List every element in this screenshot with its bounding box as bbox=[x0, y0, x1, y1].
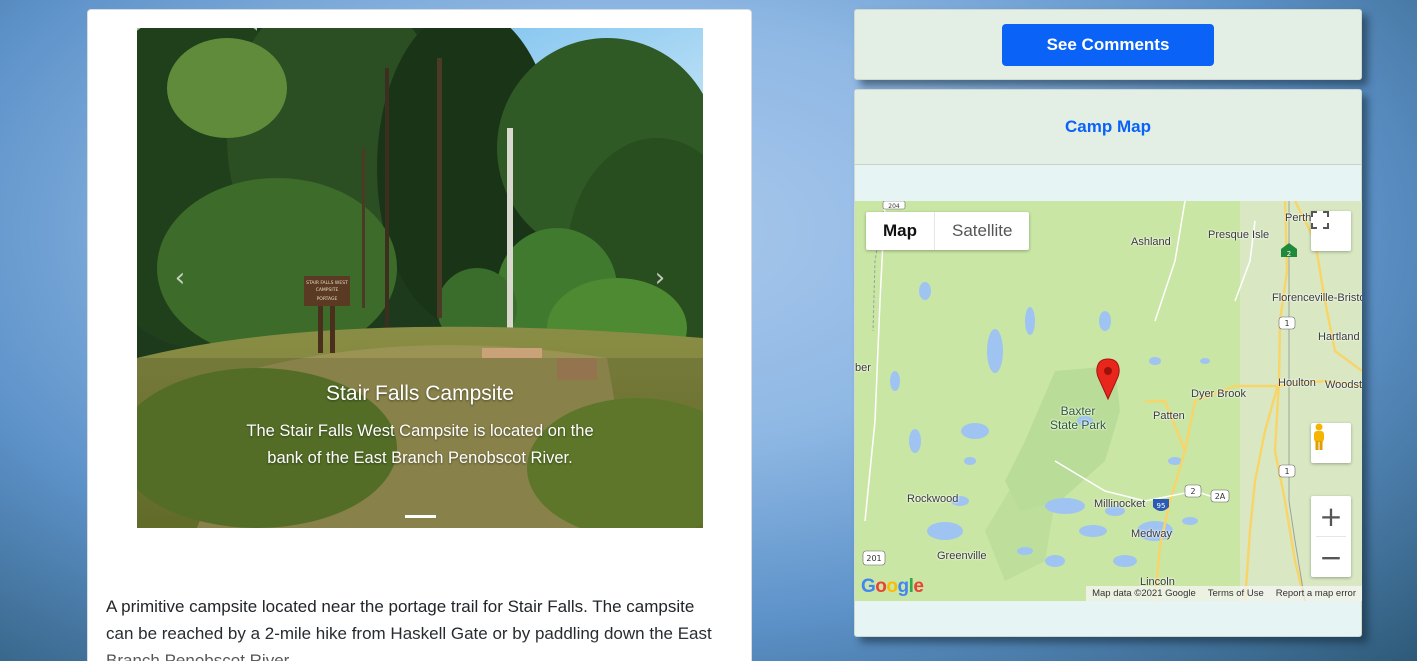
map-canvas: 1 1 2 2A 95 201 204 2 bbox=[855, 201, 1362, 601]
caption-text: The Stair Falls West Campsite is located… bbox=[246, 422, 594, 467]
label-patten: Patten bbox=[1153, 410, 1185, 422]
label-baxter-line1: Baxter bbox=[1060, 404, 1096, 418]
label-ber: ber bbox=[855, 362, 871, 374]
carousel-prev-button[interactable]: ‹ bbox=[168, 263, 192, 293]
caption-title: Stair Falls Campsite bbox=[326, 382, 514, 405]
map-type-control: Map Satellite bbox=[866, 212, 1030, 250]
carousel-next-button[interactable]: › bbox=[648, 263, 672, 293]
chevron-right-icon: › bbox=[654, 263, 666, 293]
zoom-in-button[interactable]: + bbox=[1311, 496, 1351, 536]
photo-carousel[interactable]: STAIR FALLS WEST CAMPSITE PORTAGE ‹ › St… bbox=[137, 28, 703, 528]
label-rockwood: Rockwood bbox=[907, 493, 959, 505]
fullscreen-icon bbox=[1311, 211, 1329, 229]
route-1a-shield: 1 bbox=[1284, 319, 1289, 328]
label-dyer-brook: Dyer Brook bbox=[1191, 388, 1247, 400]
label-woodstock: Woodst bbox=[1325, 379, 1362, 391]
chevron-left-icon: ‹ bbox=[174, 263, 186, 293]
zoom-control: + − bbox=[1311, 496, 1351, 577]
carousel-indicator[interactable] bbox=[405, 515, 436, 518]
camp-map-panel: Camp Map 1 1 2 2A 95 201 204 2 Ashland P… bbox=[854, 89, 1362, 637]
see-comments-button[interactable]: See Comments bbox=[1002, 24, 1214, 66]
label-presque-isle: Presque Isle bbox=[1208, 229, 1270, 241]
google-logo[interactable]: Google bbox=[861, 576, 924, 598]
street-view-pegman[interactable] bbox=[1311, 423, 1351, 463]
google-map[interactable]: 1 1 2 2A 95 201 204 2 Ashland Presque Is… bbox=[855, 201, 1362, 601]
label-baxter: Baxter State Park bbox=[1046, 404, 1110, 432]
label-baxter-line2: State Park bbox=[1049, 418, 1107, 432]
map-attribution: Map data ©2021 Google Terms of Use Repor… bbox=[1086, 586, 1362, 601]
route-1b-shield: 1 bbox=[1284, 467, 1289, 476]
route-204-shield: 204 bbox=[888, 203, 900, 210]
label-houlton: Houlton bbox=[1278, 377, 1316, 389]
route-2a-shield: 2A bbox=[1215, 492, 1226, 501]
sign-line-3: PORTAGE bbox=[317, 296, 338, 302]
camp-map-link[interactable]: Camp Map bbox=[1065, 117, 1151, 137]
map-type-satellite-button[interactable]: Satellite bbox=[935, 212, 1029, 250]
label-medway: Medway bbox=[1131, 528, 1172, 540]
zoom-out-button[interactable]: − bbox=[1311, 537, 1351, 577]
route-2-shield: 2 bbox=[1190, 487, 1195, 496]
label-ashland: Ashland bbox=[1131, 236, 1171, 248]
sign-line-1: STAIR FALLS WEST bbox=[306, 280, 348, 286]
interstate-95-shield: 95 bbox=[1157, 502, 1166, 510]
map-type-map-button[interactable]: Map bbox=[866, 212, 935, 250]
map-data-credit: Map data ©2021 Google bbox=[1092, 588, 1196, 599]
fullscreen-button[interactable] bbox=[1311, 211, 1351, 251]
label-greenville: Greenville bbox=[937, 550, 987, 562]
pegman-icon bbox=[1314, 423, 1324, 450]
campsite-card: STAIR FALLS WEST CAMPSITE PORTAGE ‹ › St… bbox=[87, 9, 752, 661]
ca-route-2-shield: 2 bbox=[1287, 250, 1291, 258]
label-millinocket: Millinocket bbox=[1094, 498, 1146, 510]
route-201-shield: 201 bbox=[866, 554, 881, 563]
comments-panel: See Comments bbox=[854, 9, 1362, 80]
label-florenceville: Florenceville-Bristo bbox=[1272, 292, 1362, 304]
label-hartland: Hartland bbox=[1318, 331, 1360, 343]
map-header: Camp Map bbox=[855, 90, 1361, 165]
sign-line-2: CAMPSITE bbox=[316, 287, 339, 293]
report-map-error-link[interactable]: Report a map error bbox=[1276, 588, 1356, 599]
terms-of-use-link[interactable]: Terms of Use bbox=[1208, 588, 1264, 599]
